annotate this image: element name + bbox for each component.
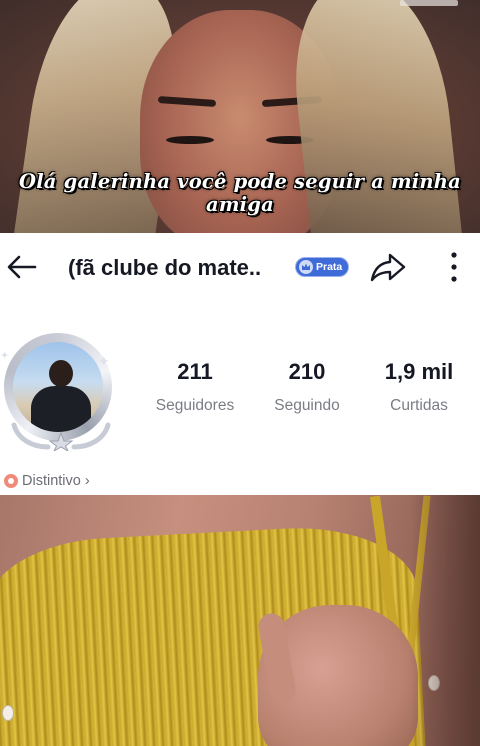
stat-label: Seguindo xyxy=(274,397,340,414)
stat-label: Curtidas xyxy=(390,397,448,414)
stat-seguindo[interactable]: 210 Seguindo xyxy=(252,359,362,415)
stat-value: 1,9 mil xyxy=(384,359,454,384)
arrow-left-icon[interactable] xyxy=(4,249,40,285)
eyebrow-left xyxy=(157,95,217,108)
sparkle-icon: ✦ xyxy=(0,350,10,362)
prata-badge[interactable]: Prata xyxy=(295,257,350,277)
profile-title: (fã clube do mate.. xyxy=(68,255,262,280)
more-vertical-icon[interactable] xyxy=(440,249,468,285)
sparkle-icon: ✦ xyxy=(98,353,110,369)
top-video-frame: Olá galerinha você pode seguir a minha a… xyxy=(0,0,480,233)
profile-panel: (fã clube do mate.. Prata ✦ ✦ 211 Seguid… xyxy=(0,233,480,495)
share-arrow-icon[interactable] xyxy=(368,249,408,285)
badge-icon xyxy=(4,474,18,488)
bottom-video-frame xyxy=(0,495,480,746)
hand xyxy=(256,605,418,746)
avatar[interactable]: ✦ ✦ xyxy=(0,329,122,451)
eye-left xyxy=(166,136,214,144)
avatar-photo xyxy=(13,342,103,432)
badge-label: Prata xyxy=(316,261,343,273)
bead xyxy=(2,705,14,721)
chevron-right-icon: › xyxy=(84,473,90,489)
profile-header: (fã clube do mate.. Prata xyxy=(0,233,480,297)
laurel-icon xyxy=(11,422,111,451)
stat-value: 210 xyxy=(288,359,326,384)
video-caption: Olá galerinha você pode seguir a minha a… xyxy=(19,170,461,216)
distintivo-label: Distintivo xyxy=(22,473,81,489)
stat-value: 211 xyxy=(177,359,213,384)
status-indicator xyxy=(400,0,458,6)
avatar-person-head xyxy=(49,360,73,387)
finger xyxy=(256,611,298,705)
stat-curtidas[interactable]: 1,9 mil Curtidas xyxy=(364,359,474,415)
crown-icon xyxy=(299,260,313,274)
stat-label: Seguidores xyxy=(155,397,235,414)
distintivo-link[interactable]: Distintivo › xyxy=(4,473,90,489)
stat-seguidores[interactable]: 211 Seguidores xyxy=(140,359,250,415)
shadow xyxy=(410,495,480,746)
